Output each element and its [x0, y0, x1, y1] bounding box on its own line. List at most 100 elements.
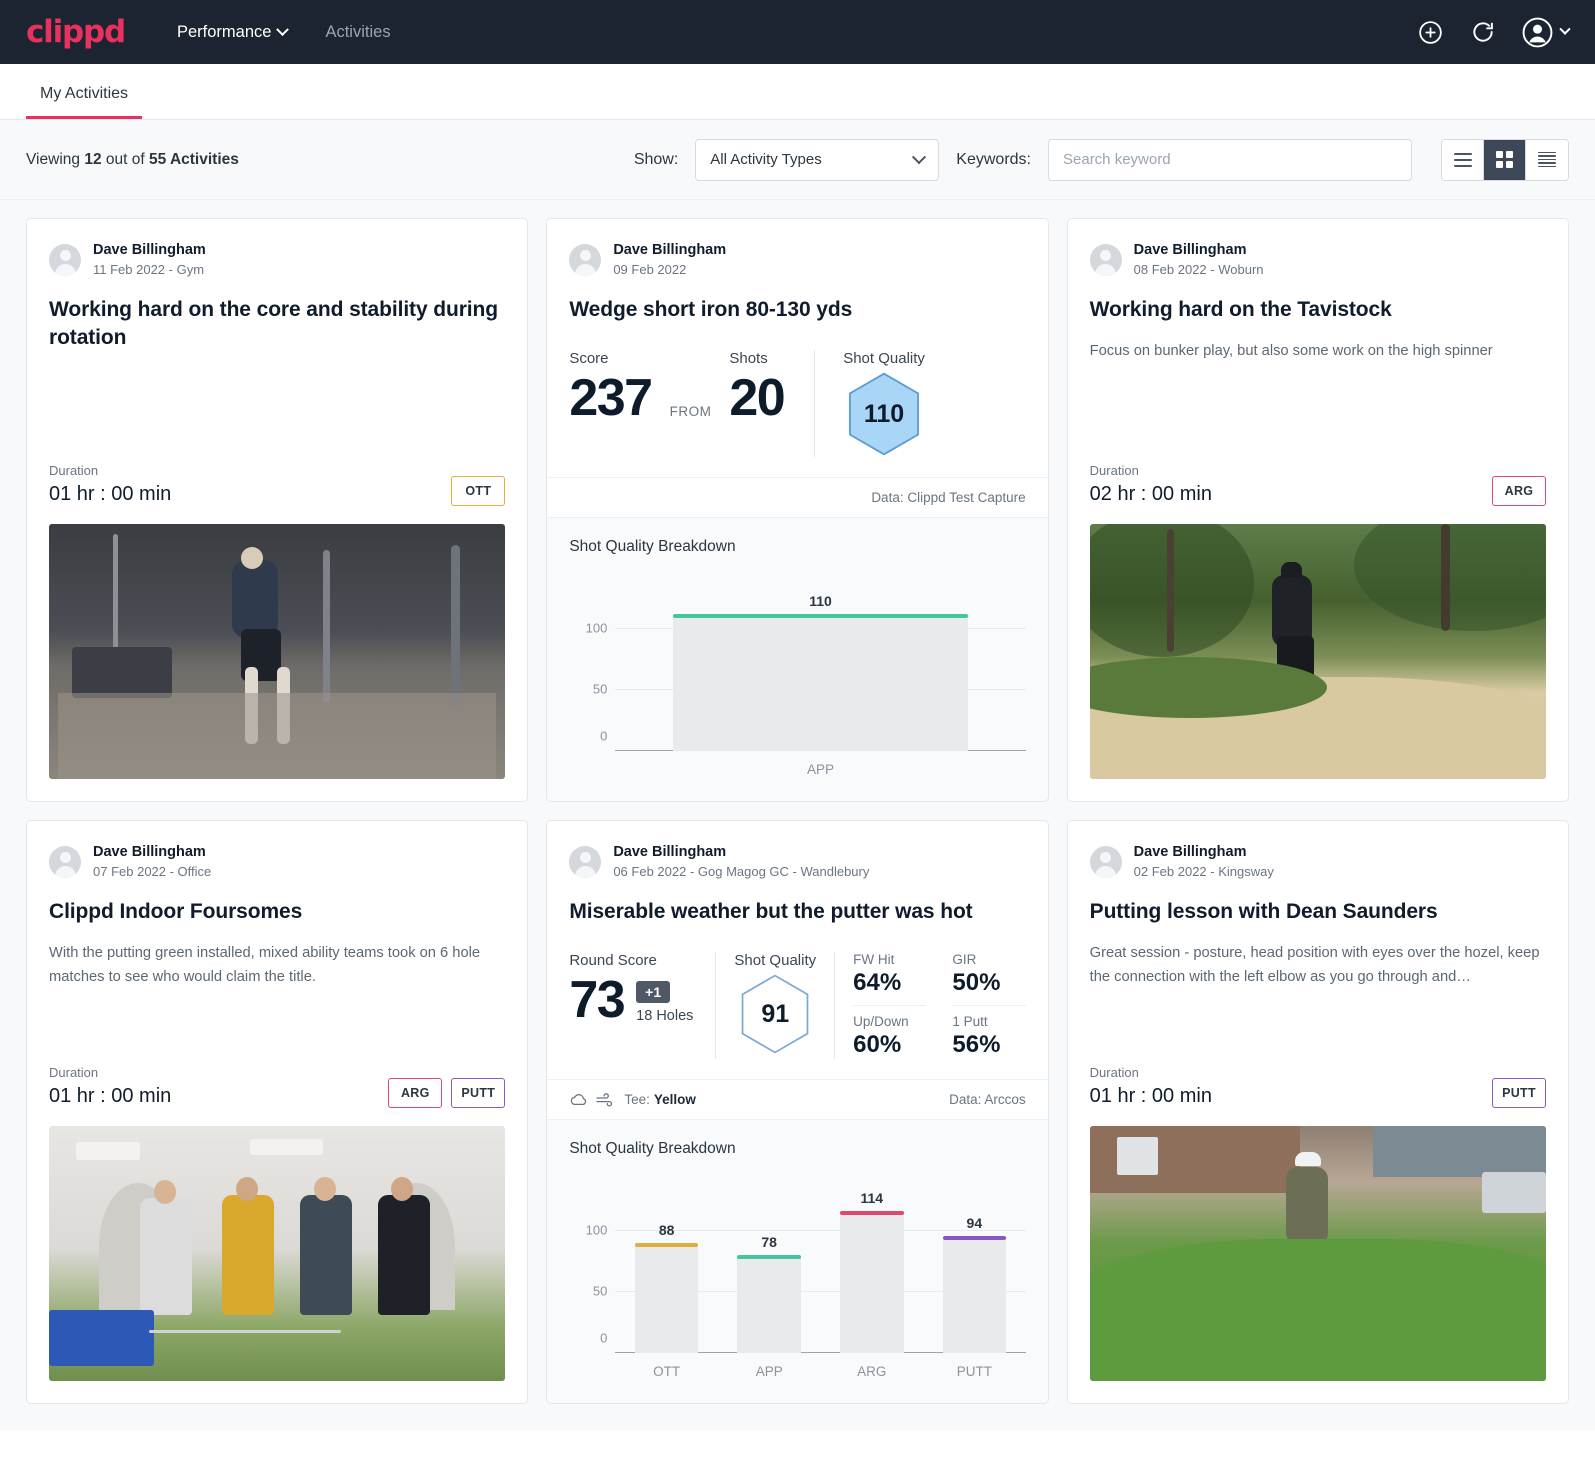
activity-thumbnail[interactable] — [49, 1126, 506, 1382]
card-duration-row: Duration 01 hr : 00 min PUTT — [1068, 1065, 1568, 1109]
bar-putt — [942, 1235, 1007, 1354]
activity-type-value: All Activity Types — [710, 151, 822, 168]
shot-quality-chart-panel: Shot Quality Breakdown 100 50 0 88 78 11… — [547, 1119, 1048, 1404]
bar-value-label: 78 — [761, 1234, 777, 1251]
activity-card[interactable]: Dave Billingham 07 Feb 2022 - Office Cli… — [26, 820, 529, 1405]
x-label: PUTT — [956, 1364, 992, 1380]
card-tags: PUTT — [1492, 1078, 1546, 1109]
y-tick: 50 — [592, 681, 608, 697]
card-tags: OTT — [451, 476, 506, 507]
activity-thumbnail[interactable] — [1089, 524, 1546, 780]
activity-card[interactable]: Dave Billingham 08 Feb 2022 - Woburn Wor… — [1066, 218, 1569, 803]
card-title: Clippd Indoor Foursomes — [49, 900, 303, 924]
activity-thumbnail[interactable] — [49, 524, 506, 780]
kpi-item: 1 Putt 56% — [952, 1006, 1025, 1059]
card-duration-row: Duration 02 hr : 00 min ARG — [1068, 463, 1568, 507]
card-description: Great session - posture, head position w… — [1089, 945, 1540, 986]
from-label: FROM — [669, 404, 712, 420]
avatar — [569, 845, 602, 878]
chart-x-labels: OTT APP ARG PUTT — [615, 1364, 1025, 1379]
kpi-item: Up/Down 60% — [853, 1006, 926, 1059]
indoor-photo — [49, 1126, 506, 1382]
plus-circle-icon[interactable] — [1417, 19, 1444, 46]
bar-ott — [634, 1242, 699, 1354]
tag-putt[interactable]: PUTT — [451, 1078, 506, 1109]
kpi-grid: FW Hit 64% GIR 50% Up/Down 60% 1 Putt 56… — [834, 952, 1026, 1060]
round-score-block: Round Score 73 +1 18 Holes — [569, 952, 715, 1059]
viewing-count-text: Viewing 12 out of 55 Activities — [26, 151, 239, 169]
author-meta: 11 Feb 2022 - Gym — [93, 261, 205, 277]
tag-ott[interactable]: OTT — [451, 476, 506, 507]
holes-label: 18 Holes — [636, 1008, 694, 1025]
show-label: Show: — [633, 150, 679, 168]
activity-card[interactable]: Dave Billingham 06 Feb 2022 - Gog Magog … — [546, 820, 1049, 1405]
card-tags: ARG — [1492, 476, 1546, 507]
bar-item: 88 — [615, 1194, 718, 1354]
viewing-middle: out of — [105, 150, 145, 168]
bar-series: 110 — [615, 592, 1025, 752]
card-title: Putting lesson with Dean Saunders — [1089, 900, 1438, 924]
tag-arg[interactable]: ARG — [1492, 476, 1546, 507]
activity-thumbnail[interactable] — [1089, 1126, 1546, 1382]
data-source: Data: Clippd Test Capture — [871, 490, 1026, 506]
gym-photo — [49, 524, 506, 780]
nav-item-activities[interactable]: Activities — [325, 23, 390, 42]
data-source: Data: Arccos — [949, 1092, 1026, 1108]
x-label: OTT — [653, 1364, 681, 1380]
nav-activities-label: Activities — [325, 22, 391, 41]
card-title: Miserable weather but the putter was hot — [569, 900, 973, 924]
duration-value: 01 hr : 00 min — [1089, 1085, 1212, 1108]
keywords-label: Keywords: — [956, 150, 1031, 168]
bar-cap — [839, 1211, 904, 1216]
list-view-button[interactable] — [1442, 139, 1484, 180]
kpi-value: 60% — [853, 1031, 902, 1059]
shot-quality-bar-chart: 100 50 0 110 APP — [569, 570, 1026, 785]
wind-icon — [595, 1093, 615, 1107]
shot-quality-value: 110 — [863, 399, 905, 428]
author-name: Dave Billingham — [1133, 242, 1247, 258]
card-data-source-row: Data: Clippd Test Capture — [547, 477, 1048, 517]
author-name: Dave Billingham — [613, 242, 727, 258]
card-title: Working hard on the Tavistock — [1089, 298, 1392, 322]
tag-arg[interactable]: ARG — [388, 1078, 443, 1109]
page-tab-bar: My Activities — [0, 64, 1595, 120]
tag-putt[interactable]: PUTT — [1492, 1078, 1546, 1109]
activity-type-select[interactable]: All Activity Types — [695, 138, 940, 181]
duration-label: Duration — [1089, 1065, 1139, 1081]
filter-controls: Show: All Activity Types Keywords: — [633, 138, 1569, 181]
card-author: Dave Billingham 08 Feb 2022 - Woburn — [1089, 241, 1546, 278]
filter-toolbar: Viewing 12 out of 55 Activities Show: Al… — [0, 120, 1595, 200]
activity-card[interactable]: Dave Billingham 02 Feb 2022 - Kingsway P… — [1066, 820, 1569, 1405]
bar-item: 114 — [820, 1190, 923, 1354]
clippd-logo[interactable]: clippd — [26, 14, 126, 50]
activity-card[interactable]: Dave Billingham 09 Feb 2022 Wedge short … — [546, 218, 1049, 803]
author-meta: 09 Feb 2022 — [613, 261, 687, 277]
card-author: Dave Billingham 11 Feb 2022 - Gym — [49, 241, 505, 278]
card-description: Focus on bunker play, but also some work… — [1089, 343, 1493, 360]
author-name: Dave Billingham — [93, 844, 206, 861]
account-avatar-icon[interactable] — [1522, 17, 1571, 48]
card-title: Working hard on the core and stability d… — [49, 298, 498, 350]
kpi-label: Up/Down — [853, 1014, 909, 1030]
compact-view-button[interactable] — [1526, 139, 1568, 180]
author-meta: 07 Feb 2022 - Office — [93, 863, 212, 879]
bar-cap — [942, 1235, 1007, 1240]
tab-my-activities[interactable]: My Activities — [26, 85, 143, 119]
bar-cap — [672, 613, 969, 618]
cloud-icon — [569, 1093, 589, 1107]
kpi-label: 1 Putt — [952, 1014, 988, 1030]
author-name: Dave Billingham — [613, 844, 727, 861]
kpi-item: FW Hit 64% — [853, 952, 927, 1007]
card-description: With the putting green installed, mixed … — [49, 945, 481, 986]
over-par-badge: +1 — [636, 981, 671, 1004]
duration-value: 02 hr : 00 min — [1089, 483, 1212, 506]
grid-view-button[interactable] — [1484, 139, 1526, 180]
refresh-icon[interactable] — [1470, 19, 1496, 45]
view-mode-toggle-group — [1441, 138, 1569, 181]
nav-item-performance[interactable]: Performance — [177, 23, 290, 42]
shot-quality-label: Shot Quality — [843, 350, 925, 368]
kpi-value: 50% — [952, 969, 1001, 997]
search-input[interactable] — [1048, 138, 1412, 181]
activity-card[interactable]: Dave Billingham 11 Feb 2022 - Gym Workin… — [26, 218, 529, 803]
bar-cap — [737, 1255, 801, 1260]
